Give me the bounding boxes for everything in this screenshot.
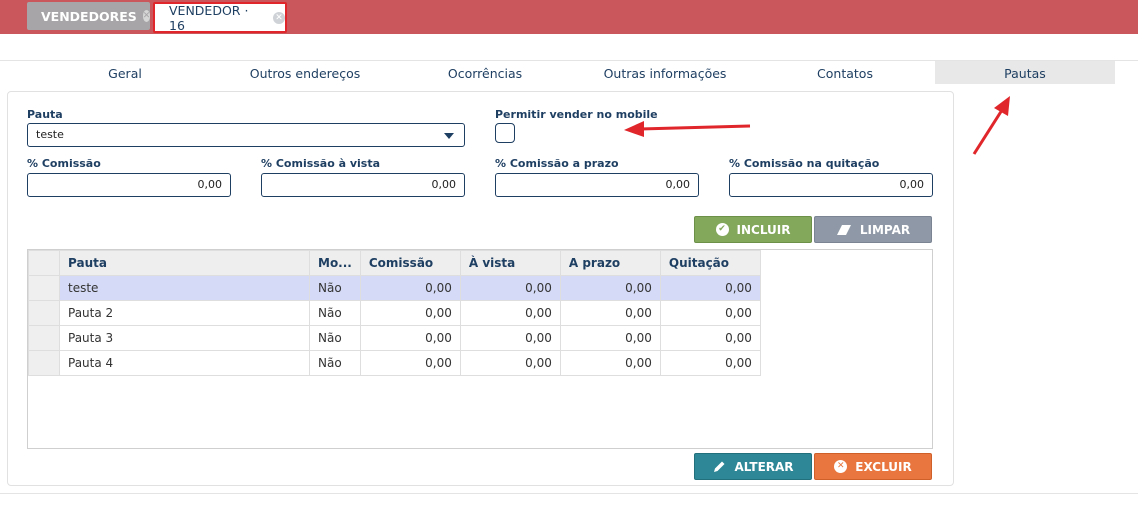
tab-vendedores[interactable]: VENDEDORES ✕ xyxy=(27,2,151,30)
cell-quitacao: 0,00 xyxy=(659,350,761,376)
limpar-label: LIMPAR xyxy=(859,222,911,237)
cell-comissao: 0,00 xyxy=(359,300,461,326)
col-quitacao-header[interactable]: Quitação xyxy=(659,250,761,276)
cell-comissao: 0,00 xyxy=(359,275,461,301)
eraser-icon xyxy=(836,224,851,235)
tab-outros-enderecos[interactable]: Outros endereços xyxy=(225,61,385,84)
cell-vista: 0,00 xyxy=(459,325,561,351)
pauta-select[interactable]: teste xyxy=(27,123,465,147)
tab-vendedor-16[interactable]: VENDEDOR · 16 ✕ xyxy=(153,2,287,33)
tab-pautas[interactable]: Pautas xyxy=(935,61,1115,84)
remove-circle-icon: ✕ xyxy=(834,460,848,473)
comissao-prazo-input[interactable]: 0,00 xyxy=(495,173,699,197)
check-circle-icon: ✔ xyxy=(715,223,729,236)
row-selector[interactable] xyxy=(28,300,60,326)
chevron-down-icon xyxy=(444,133,454,139)
annotation-arrow-icon xyxy=(624,121,751,137)
alterar-label: ALTERAR xyxy=(734,459,794,474)
limpar-button[interactable]: LIMPAR xyxy=(814,216,932,243)
col-pauta-header[interactable]: Pauta xyxy=(59,250,310,276)
comissao-vista-label: % Comissão à vista xyxy=(261,157,381,170)
cell-comissao: 0,00 xyxy=(359,325,461,351)
cell-prazo: 0,00 xyxy=(559,325,661,351)
excluir-button[interactable]: ✕ EXCLUIR xyxy=(814,453,932,480)
tab-outras-informacoes[interactable]: Outras informações xyxy=(585,61,745,84)
table-row[interactable]: Pauta 2 Não 0,00 0,00 0,00 0,00 xyxy=(28,300,761,326)
close-icon[interactable]: ✕ xyxy=(273,11,285,24)
mobile-checkbox[interactable] xyxy=(495,123,515,143)
excluir-label: EXCLUIR xyxy=(855,459,912,474)
col-mobile-header[interactable]: Mo... xyxy=(309,250,361,276)
row-selector-header xyxy=(28,250,60,276)
cell-comissao: 0,00 xyxy=(359,350,461,376)
table-row[interactable]: Pauta 3 Não 0,00 0,00 0,00 0,00 xyxy=(28,325,761,351)
table-header-row: Pauta Mo... Comissão À vista A prazo Qui… xyxy=(28,250,761,276)
cell-mobile: Não xyxy=(309,300,361,326)
pautas-grid: Pauta Mo... Comissão À vista A prazo Qui… xyxy=(27,249,933,449)
col-vista-header[interactable]: À vista xyxy=(459,250,561,276)
tab-vendedor-label: VENDEDOR · 16 xyxy=(169,2,249,33)
cell-quitacao: 0,00 xyxy=(659,275,761,301)
comissao-label: % Comissão xyxy=(27,157,101,170)
cell-vista: 0,00 xyxy=(459,300,561,326)
cell-quitacao: 0,00 xyxy=(659,300,761,326)
comissao-quitacao-input[interactable]: 0,00 xyxy=(729,173,933,197)
col-comissao-header[interactable]: Comissão xyxy=(359,250,461,276)
cell-prazo: 0,00 xyxy=(559,275,661,301)
cell-vista: 0,00 xyxy=(459,275,561,301)
cell-prazo: 0,00 xyxy=(559,300,661,326)
cell-quitacao: 0,00 xyxy=(659,325,761,351)
cell-vista: 0,00 xyxy=(459,350,561,376)
alterar-button[interactable]: ALTERAR xyxy=(694,453,812,480)
tab-contatos[interactable]: Contatos xyxy=(775,61,915,84)
table-row[interactable]: Pauta 4 Não 0,00 0,00 0,00 0,00 xyxy=(28,350,761,376)
comissao-input[interactable]: 0,00 xyxy=(27,173,231,197)
row-selector[interactable] xyxy=(28,275,60,301)
cell-mobile: Não xyxy=(309,275,361,301)
table-row[interactable]: teste Não 0,00 0,00 0,00 0,00 xyxy=(28,275,761,301)
cell-mobile: Não xyxy=(309,325,361,351)
tab-geral[interactable]: Geral xyxy=(55,61,195,84)
incluir-button[interactable]: ✔ INCLUIR xyxy=(694,216,812,243)
cell-pauta: teste xyxy=(59,275,310,301)
row-selector[interactable] xyxy=(28,350,60,376)
pautas-table: Pauta Mo... Comissão À vista A prazo Qui… xyxy=(28,250,761,376)
cell-prazo: 0,00 xyxy=(559,350,661,376)
incluir-label: INCLUIR xyxy=(736,222,791,237)
col-prazo-header[interactable]: A prazo xyxy=(559,250,661,276)
comissao-prazo-label: % Comissão a prazo xyxy=(495,157,619,170)
pauta-select-value: teste xyxy=(36,128,64,141)
cell-mobile: Não xyxy=(309,350,361,376)
cell-pauta: Pauta 4 xyxy=(59,350,310,376)
comissao-vista-input[interactable]: 0,00 xyxy=(261,173,465,197)
pauta-label: Pauta xyxy=(27,108,63,121)
annotation-arrow-icon xyxy=(972,96,1010,155)
cell-pauta: Pauta 2 xyxy=(59,300,310,326)
pencil-icon xyxy=(714,461,725,472)
tab-vendedores-label: VENDEDORES xyxy=(41,8,137,24)
cell-pauta: Pauta 3 xyxy=(59,325,310,351)
comissao-quitacao-label: % Comissão na quitação xyxy=(729,157,880,170)
close-icon[interactable]: ✕ xyxy=(142,10,151,22)
subtab-bar: Geral Outros endereços Ocorrências Outra… xyxy=(0,61,1138,84)
tab-ocorrencias[interactable]: Ocorrências xyxy=(415,61,555,84)
row-selector[interactable] xyxy=(28,325,60,351)
